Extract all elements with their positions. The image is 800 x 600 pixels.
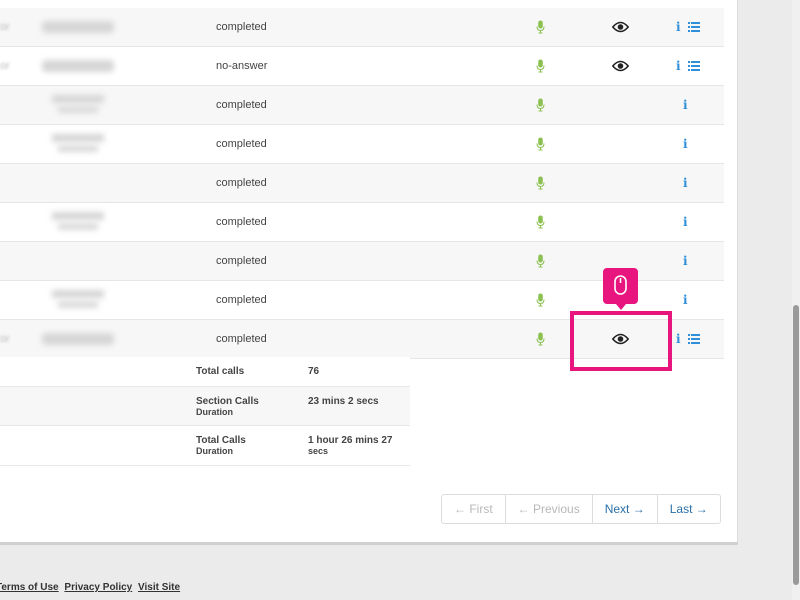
total-calls-label: Total calls xyxy=(196,366,245,377)
totals-row-total-duration: Total Calls Duration 1 hour 26 mins 27 s… xyxy=(0,426,410,466)
total-duration-label-line2: Duration xyxy=(196,446,233,456)
scrollbar-thumb[interactable] xyxy=(793,305,799,585)
pagination: ← First ← Previous Next → Last → xyxy=(441,494,721,524)
info-icon[interactable]: i xyxy=(676,47,681,85)
list-icon[interactable] xyxy=(688,22,700,32)
call-status: completed xyxy=(216,177,267,189)
microphone-icon[interactable] xyxy=(536,293,545,307)
last-page-button[interactable]: Last → xyxy=(658,495,720,523)
panel-shadow xyxy=(0,542,738,545)
microphone-icon[interactable] xyxy=(536,176,545,190)
table-row: or no-answer i xyxy=(0,47,724,86)
row-name-fragment: or xyxy=(0,60,10,72)
redacted-caller xyxy=(52,95,104,115)
footer-links: Terms of Use Privacy Policy Visit Site xyxy=(0,582,183,593)
privacy-link[interactable]: Privacy Policy xyxy=(64,582,132,593)
info-icon[interactable]: i xyxy=(683,125,688,163)
redacted-caller xyxy=(52,134,104,154)
microphone-icon[interactable] xyxy=(536,59,545,73)
total-calls-value: 76 xyxy=(308,366,320,377)
totals-row-total-calls: Total calls 76 xyxy=(0,357,410,387)
section-duration-label-line2: Duration xyxy=(196,407,233,417)
visit-site-link[interactable]: Visit Site xyxy=(138,582,180,593)
microphone-icon[interactable] xyxy=(536,98,545,112)
info-icon[interactable]: i xyxy=(676,8,681,46)
microphone-icon[interactable] xyxy=(536,254,545,268)
section-duration-label: Section Calls Duration xyxy=(196,396,288,418)
section-duration-value: 23 mins 2 secs xyxy=(308,396,379,407)
call-status: completed xyxy=(216,333,267,345)
first-page-button[interactable]: ← First xyxy=(442,495,506,523)
call-status: completed xyxy=(216,21,267,33)
microphone-icon[interactable] xyxy=(536,20,545,34)
total-duration-label-line1: Total Calls xyxy=(196,435,246,446)
cursor-indicator xyxy=(603,268,638,310)
redacted-caller xyxy=(42,60,114,72)
microphone-icon[interactable] xyxy=(536,332,545,346)
total-duration-value-line1: 1 hour 26 mins 27 xyxy=(308,435,393,446)
mouse-icon xyxy=(614,275,627,295)
section-duration-label-line1: Section Calls xyxy=(196,396,259,407)
microphone-icon[interactable] xyxy=(536,215,545,229)
call-status: completed xyxy=(216,138,267,150)
table-row: completed i xyxy=(0,203,724,242)
redacted-caller xyxy=(52,290,104,310)
next-page-button[interactable]: Next → xyxy=(593,495,658,523)
table-row: completed i xyxy=(0,125,724,164)
row-name-fragment: or xyxy=(0,333,10,345)
previous-page-button[interactable]: ← Previous xyxy=(506,495,593,523)
row-name-fragment: or xyxy=(0,21,10,33)
redacted-caller xyxy=(42,333,114,345)
microphone-icon[interactable] xyxy=(536,137,545,151)
info-icon[interactable]: i xyxy=(683,281,688,319)
redacted-caller xyxy=(42,21,114,33)
table-row: completed i xyxy=(0,86,724,125)
list-icon[interactable] xyxy=(688,61,700,71)
info-icon[interactable]: i xyxy=(683,242,688,280)
call-status: completed xyxy=(216,99,267,111)
info-icon[interactable]: i xyxy=(676,320,681,358)
totals-table: Total calls 76 Section Calls Duration 23… xyxy=(0,357,410,466)
info-icon[interactable]: i xyxy=(683,203,688,241)
call-status: completed xyxy=(216,216,267,228)
total-duration-value: 1 hour 26 mins 27 secs xyxy=(308,435,408,457)
redacted-caller xyxy=(52,212,104,232)
call-status: completed xyxy=(216,255,267,267)
totals-row-section-duration: Section Calls Duration 23 mins 2 secs xyxy=(0,387,410,426)
total-duration-value-line2: secs xyxy=(308,446,329,456)
list-icon[interactable] xyxy=(688,334,700,344)
terms-link[interactable]: Terms of Use xyxy=(0,582,59,593)
eye-icon[interactable] xyxy=(612,21,629,33)
click-highlight xyxy=(570,311,672,371)
info-icon[interactable]: i xyxy=(683,164,688,202)
call-status: completed xyxy=(216,294,267,306)
total-duration-label: Total Calls Duration xyxy=(196,435,288,457)
info-icon[interactable]: i xyxy=(683,86,688,124)
eye-icon[interactable] xyxy=(612,60,629,72)
table-row: completed i xyxy=(0,164,724,203)
table-row: or completed i xyxy=(0,8,724,47)
call-status: no-answer xyxy=(216,60,268,72)
